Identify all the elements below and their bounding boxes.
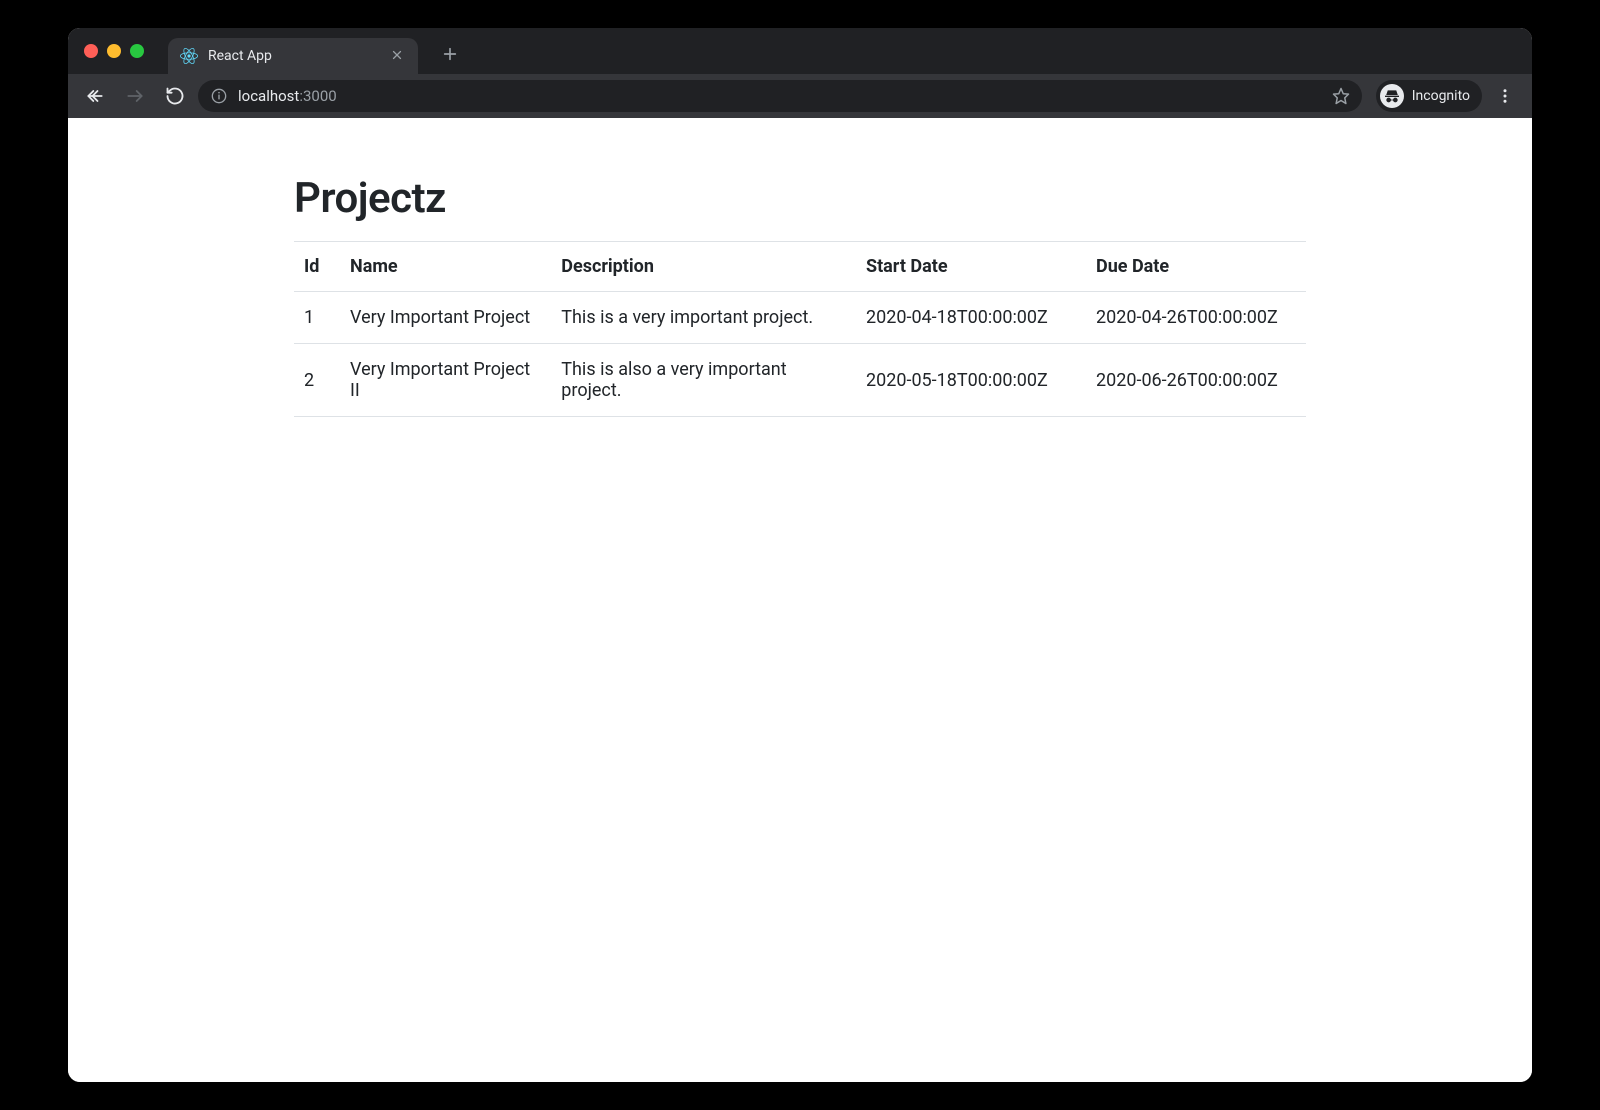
bookmark-star-icon[interactable] — [1332, 87, 1350, 105]
col-id: Id — [294, 242, 340, 292]
cell-id: 2 — [294, 344, 340, 417]
cell-description: This is a very important project. — [551, 292, 856, 344]
window-controls — [84, 44, 144, 58]
table-header-row: Id Name Description Start Date Due Date — [294, 242, 1306, 292]
cell-name: Very Important Project II — [340, 344, 551, 417]
incognito-label: Incognito — [1412, 88, 1470, 104]
cell-start-date: 2020-05-18T00:00:00Z — [856, 344, 1086, 417]
forward-button[interactable] — [118, 79, 152, 113]
incognito-icon — [1380, 84, 1404, 108]
url-host: localhost — [238, 87, 299, 105]
url-text: localhost:3000 — [238, 87, 1322, 105]
browser-window: React App localhost:3000 — [68, 28, 1532, 1082]
browser-menu-button[interactable] — [1488, 79, 1522, 113]
window-maximize-button[interactable] — [130, 44, 144, 58]
page-container: Projectz Id Name Description Start Date … — [270, 118, 1330, 473]
col-start-date: Start Date — [856, 242, 1086, 292]
page-title: Projectz — [294, 174, 1306, 223]
page-viewport[interactable]: Projectz Id Name Description Start Date … — [68, 118, 1532, 1082]
window-minimize-button[interactable] — [107, 44, 121, 58]
cell-due-date: 2020-06-26T00:00:00Z — [1086, 344, 1306, 417]
cell-name: Very Important Project — [340, 292, 551, 344]
back-button[interactable] — [78, 79, 112, 113]
title-bar: React App — [68, 28, 1532, 74]
table-row: 1 Very Important Project This is a very … — [294, 292, 1306, 344]
address-bar[interactable]: localhost:3000 — [198, 80, 1362, 112]
projects-table: Id Name Description Start Date Due Date … — [294, 241, 1306, 417]
col-due-date: Due Date — [1086, 242, 1306, 292]
incognito-badge[interactable]: Incognito — [1376, 80, 1482, 112]
tab-title: React App — [208, 48, 378, 64]
col-description: Description — [551, 242, 856, 292]
browser-toolbar: localhost:3000 Incognito — [68, 74, 1532, 118]
url-port: :3000 — [299, 87, 336, 105]
tab-close-button[interactable] — [388, 48, 406, 64]
cell-due-date: 2020-04-26T00:00:00Z — [1086, 292, 1306, 344]
cell-description: This is also a very important project. — [551, 344, 856, 417]
site-info-icon[interactable] — [210, 87, 228, 105]
new-tab-button[interactable] — [436, 40, 464, 68]
cell-start-date: 2020-04-18T00:00:00Z — [856, 292, 1086, 344]
table-row: 2 Very Important Project II This is also… — [294, 344, 1306, 417]
reload-button[interactable] — [158, 79, 192, 113]
col-name: Name — [340, 242, 551, 292]
browser-tab[interactable]: React App — [168, 38, 418, 74]
react-favicon-icon — [180, 47, 198, 65]
cell-id: 1 — [294, 292, 340, 344]
window-close-button[interactable] — [84, 44, 98, 58]
